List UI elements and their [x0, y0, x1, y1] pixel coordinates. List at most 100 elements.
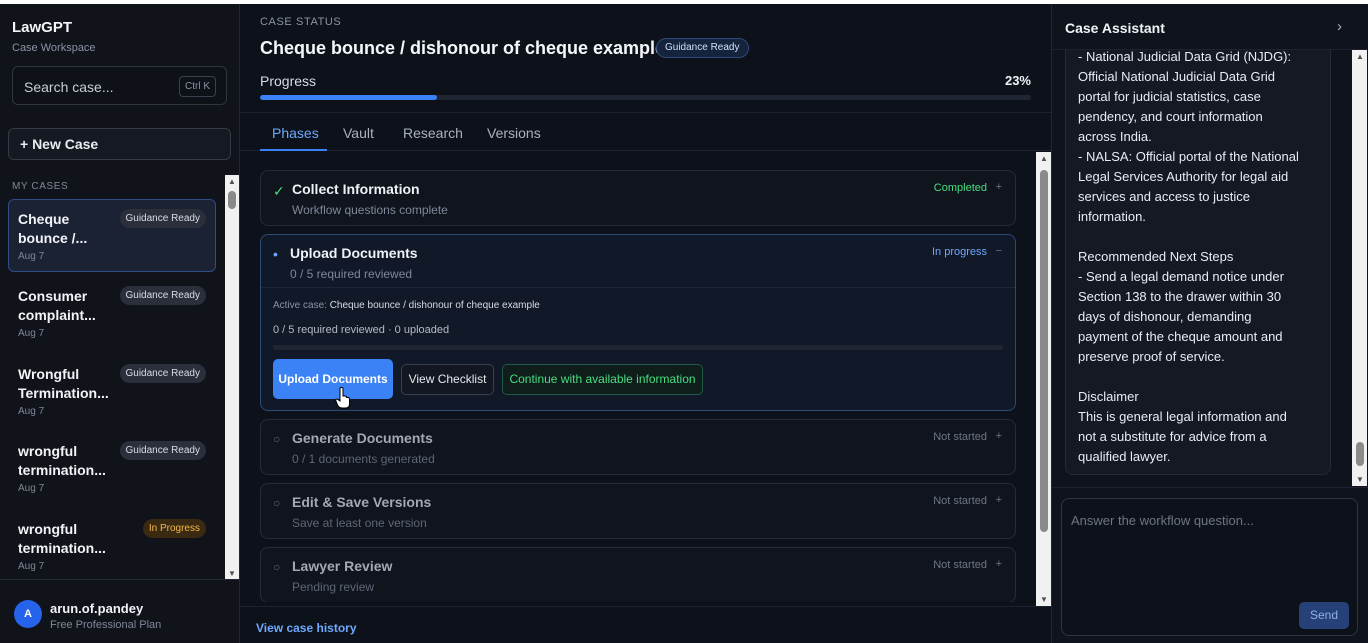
user-plan: Free Professional Plan — [50, 619, 162, 631]
scroll-down-icon[interactable]: ▼ — [1040, 595, 1048, 604]
active-case-label: Active case: — [273, 300, 327, 311]
hand-cursor-icon — [335, 387, 350, 409]
active-tab-indicator — [260, 149, 327, 151]
case-title: Consumer complaint... — [18, 288, 96, 323]
assistant-scrollbar[interactable]: ▲ ▼ — [1352, 50, 1367, 486]
case-date: Aug 7 — [18, 483, 45, 494]
phase-status: Not started — [933, 495, 987, 507]
phase-list: ✓ Collect Information Workflow questions… — [240, 152, 1036, 602]
avatar: A — [14, 600, 42, 628]
send-button[interactable]: Send — [1299, 602, 1349, 629]
continue-button[interactable]: Continue with available information — [502, 364, 703, 395]
scrollbar-thumb[interactable] — [1040, 170, 1048, 532]
case-date: Aug 7 — [18, 561, 45, 572]
tab-bar: Phases Vault Research Versions — [240, 112, 1051, 151]
expand-icon[interactable]: + — [996, 430, 1002, 442]
active-case-value: Cheque bounce / dishonour of cheque exam… — [329, 300, 540, 311]
case-title: wrongful termination... — [18, 443, 106, 478]
case-item[interactable]: Consumer complaint... Guidance Ready Aug… — [8, 276, 216, 349]
message-line: services and access to justice — [1078, 189, 1250, 204]
message-line: - National Judicial Data Grid (NJDG): — [1078, 50, 1292, 64]
tab-versions[interactable]: Versions — [487, 125, 541, 141]
message-line: preserve proof of service. — [1078, 349, 1225, 364]
status-badge: Guidance Ready — [119, 364, 206, 383]
view-checklist-button[interactable]: View Checklist — [401, 364, 494, 395]
upload-progress-bar — [273, 345, 1003, 350]
divider — [261, 287, 1015, 288]
phase-subtitle: 0 / 1 documents generated — [292, 452, 435, 466]
case-title: Cheque bounce /... — [18, 211, 88, 246]
view-case-history-link[interactable]: View case history — [256, 621, 357, 635]
phase-subtitle: Save at least one version — [292, 516, 427, 530]
user-profile[interactable]: A arun.of.pandey Free Professional Plan — [0, 579, 239, 643]
sidebar: LawGPT Case Workspace Search case... Ctr… — [0, 4, 240, 643]
divider — [1052, 487, 1368, 488]
message-area: - National Judicial Data Grid (NJDG): Of… — [1052, 50, 1352, 486]
message-line: Official National Judicial Data Grid — [1078, 69, 1276, 84]
tab-research[interactable]: Research — [403, 125, 463, 141]
chevron-right-icon[interactable]: › — [1337, 18, 1342, 35]
message-line: - NALSA: Official portal of the National — [1078, 149, 1299, 164]
app-title: LawGPT — [12, 19, 73, 36]
expand-icon[interactable]: + — [996, 181, 1002, 193]
expand-icon[interactable]: + — [996, 558, 1002, 570]
phase-title: Lawyer Review — [292, 558, 393, 574]
sidebar-scrollbar[interactable]: ▲ ▼ — [225, 175, 239, 580]
phase-card-edit-save-versions[interactable]: ○ Edit & Save Versions Save at least one… — [260, 483, 1016, 539]
case-date: Aug 7 — [18, 251, 45, 262]
progress-bar — [260, 95, 1031, 100]
message-line: Disclaimer — [1078, 389, 1139, 404]
search-input[interactable]: Search case... Ctrl K — [12, 66, 227, 105]
empty-circle-icon: ○ — [273, 560, 281, 574]
phase-card-generate-documents[interactable]: ○ Generate Documents 0 / 1 documents gen… — [260, 419, 1016, 475]
scroll-up-icon[interactable]: ▲ — [1356, 52, 1364, 61]
case-item[interactable]: wrongful termination... Guidance Ready A… — [8, 431, 216, 504]
search-placeholder: Search case... — [24, 79, 114, 95]
phase-status: Completed — [933, 182, 987, 194]
scroll-down-icon[interactable]: ▼ — [1356, 475, 1364, 484]
answer-input[interactable]: Answer the workflow question... Send — [1061, 498, 1358, 636]
phase-subtitle: Pending review — [292, 580, 375, 594]
message-line: portal for judicial statistics, case — [1078, 89, 1261, 104]
search-shortcut-badge: Ctrl K — [179, 76, 216, 97]
page-title: Cheque bounce / dishonour of cheque exam… — [260, 38, 666, 58]
scroll-down-icon[interactable]: ▼ — [228, 569, 236, 578]
expand-icon[interactable]: + — [996, 494, 1002, 506]
user-name: arun.of.pandey — [50, 601, 144, 616]
new-case-button[interactable]: + New Case — [8, 128, 231, 160]
case-item[interactable]: Cheque bounce /... Guidance Ready Aug 7 — [8, 199, 216, 272]
phase-card-upload-documents[interactable]: • Upload Documents 0 / 5 required review… — [260, 234, 1016, 411]
upload-documents-button[interactable]: Upload Documents — [273, 359, 393, 399]
tab-vault[interactable]: Vault — [343, 125, 374, 141]
tab-phases[interactable]: Phases — [272, 125, 319, 141]
message-line: Section 138 to the drawer within 30 — [1078, 289, 1282, 304]
collapse-icon[interactable]: − — [996, 245, 1002, 257]
scrollbar-thumb[interactable] — [1356, 442, 1364, 466]
phase-card-collect-information[interactable]: ✓ Collect Information Workflow questions… — [260, 170, 1016, 226]
case-item[interactable]: wrongful termination... In Progress Aug … — [8, 509, 216, 580]
phase-card-lawyer-review[interactable]: ○ Lawyer Review Pending review Not start… — [260, 547, 1016, 602]
status-badge: Guidance Ready — [656, 38, 749, 58]
scrollbar-thumb[interactable] — [228, 191, 236, 209]
status-badge: Guidance Ready — [119, 209, 206, 228]
message-line: - Send a legal demand notice under — [1078, 269, 1284, 284]
phases-scrollbar[interactable]: ▲ ▼ — [1036, 152, 1051, 606]
scroll-up-icon[interactable]: ▲ — [1040, 154, 1048, 163]
message-line: days of dishonour, demanding — [1078, 309, 1252, 324]
assistant-title: Case Assistant — [1065, 20, 1165, 36]
message-line: not a substitute for advice from a — [1078, 429, 1267, 444]
empty-circle-icon: ○ — [273, 496, 281, 510]
active-case-text: Active case: Cheque bounce / dishonour o… — [273, 300, 540, 311]
scroll-up-icon[interactable]: ▲ — [228, 177, 236, 186]
message-line: information. — [1078, 209, 1146, 224]
phase-title: Collect Information — [292, 181, 420, 197]
message-line: payment of the cheque amount and — [1078, 329, 1283, 344]
case-date: Aug 7 — [18, 406, 45, 417]
message-line: across India. — [1078, 129, 1152, 144]
phase-subtitle: Workflow questions complete — [292, 203, 448, 217]
case-item[interactable]: Wrongful Termination... Guidance Ready A… — [8, 354, 216, 427]
app-subtitle: Case Workspace — [12, 42, 96, 54]
upload-count: 0 / 5 required reviewed · 0 uploaded — [273, 324, 450, 336]
progress-label: Progress — [260, 73, 317, 89]
my-cases-heading: MY CASES — [12, 181, 69, 192]
